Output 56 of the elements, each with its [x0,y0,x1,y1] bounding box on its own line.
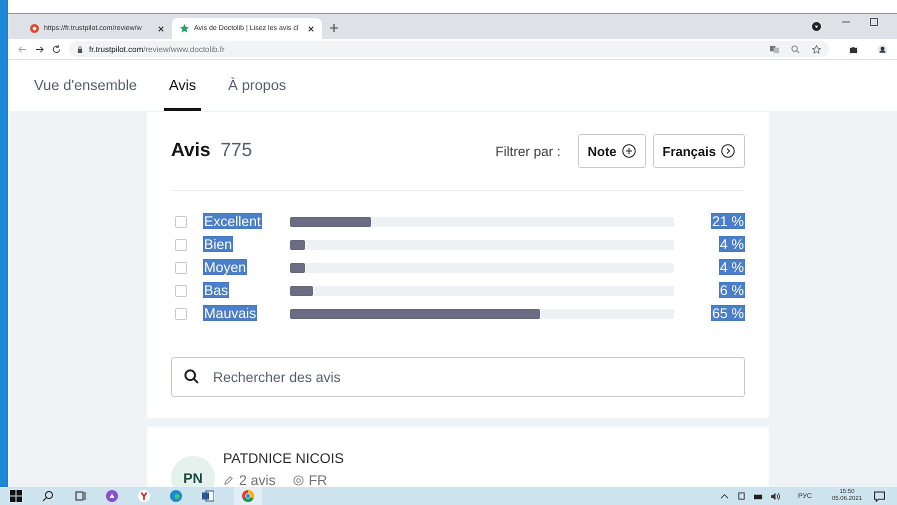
search-field[interactable]: Rechercher des avis [171,357,745,397]
reviews-title: Avis [171,140,210,162]
rating-checkbox[interactable] [175,216,187,228]
rating-label: Excellent [203,213,262,229]
chevron-icon [721,144,735,158]
plus-icon [622,144,636,158]
rating-label: Moyen [203,259,248,275]
search-icon[interactable] [42,490,54,502]
rating-checkbox[interactable] [175,239,187,251]
star-icon[interactable] [812,44,821,54]
translate-icon[interactable] [770,44,779,54]
document-app-icon[interactable] [202,490,214,502]
location-icon [292,474,304,486]
forward-icon[interactable] [35,44,44,54]
new-tab-icon[interactable] [330,24,338,32]
filter-button[interactable]: Français [652,134,745,168]
rating-checkbox[interactable] [175,285,187,297]
rating-label: Bien [203,236,234,252]
nav-tab[interactable]: À propos [223,60,292,111]
close-icon[interactable] [308,26,314,32]
zoom-icon[interactable] [791,44,800,54]
battery-icon[interactable] [754,492,763,500]
review-count: 775 [220,140,252,162]
rating-percent: 4 % [718,236,745,252]
maximize-icon[interactable] [869,17,879,27]
address-bar[interactable]: fr.trustpilot.com/review/www.doctolib.fr [69,41,829,57]
filter-label: Filtrer par : [495,144,561,158]
close-icon[interactable] [158,26,164,32]
task-view-icon[interactable] [74,490,86,502]
device-icon[interactable] [736,492,746,500]
rating-checkbox[interactable] [175,262,187,274]
rating-percent: 21 % [711,213,745,229]
circle-logo-icon [30,24,39,33]
reviewer-name: PATDNICE NICOIS [223,450,344,466]
chevron-up-icon[interactable] [720,492,729,500]
filter-button[interactable]: Note [578,134,646,168]
reviewer-country: FR [308,472,328,488]
rating-label: Mauvais [203,305,258,321]
reviewer-review-count: 2 avis [239,472,276,488]
rating-percent: 65 % [711,305,745,321]
reload-icon[interactable] [52,44,61,54]
circle-app-icon[interactable] [106,490,118,502]
chrome-icon[interactable] [242,490,254,502]
pencil-icon [223,474,234,486]
y-browser-icon[interactable] [138,490,150,502]
rating-checkbox[interactable] [175,308,187,320]
volume-icon[interactable] [770,492,780,500]
rating-label: Bas [203,282,230,298]
rating-percent: 4 % [718,259,745,275]
lock-icon [77,46,83,52]
nav-tab[interactable]: Vue d'ensemble [29,60,142,111]
windows-start-icon[interactable] [10,490,22,502]
rating-percent: 6 % [718,282,745,298]
profile-icon[interactable] [878,44,887,54]
notification-icon[interactable] [874,490,885,502]
star-icon [180,24,189,33]
